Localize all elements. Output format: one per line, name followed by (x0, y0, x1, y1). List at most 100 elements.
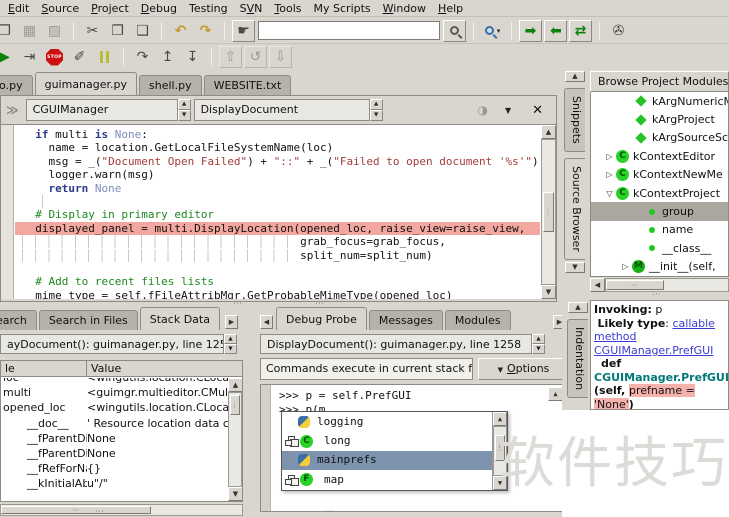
breakpoint-gutter[interactable] (1, 125, 14, 299)
table-row[interactable]: loc<wingutils.location.CLocal (1, 378, 228, 386)
variables-table[interactable]: le Value loc<wingutils.location.CLocalmu… (0, 360, 243, 502)
up-stack-frame-icon[interactable]: ⇧ (219, 46, 242, 68)
menu-window[interactable]: Window (377, 1, 432, 16)
table-row[interactable]: __kInitialAbsPu"/" (1, 477, 228, 492)
completion-item-long[interactable]: Clong (282, 431, 507, 450)
scrollbar-track[interactable]: ⋮ (541, 139, 556, 285)
reuse-editor-toggle-icon[interactable]: ▦ (18, 20, 41, 42)
open-file-icon[interactable]: ❐ (0, 20, 16, 42)
expander-open-icon[interactable]: ▽ (603, 189, 616, 198)
splitter-grip[interactable]: ⋯ (95, 507, 105, 517)
tab-modules[interactable]: Modules (445, 310, 511, 330)
redo-icon[interactable]: ↷ (194, 20, 217, 42)
toolbar-search-input[interactable] (258, 21, 440, 40)
search-icon[interactable] (443, 20, 466, 42)
debug-continue-icon[interactable]: ▶ (0, 46, 16, 68)
tab-debug-probe[interactable]: Debug Probe (276, 307, 367, 330)
edit-breakpoint-icon[interactable]: ✐ (68, 46, 91, 68)
browse-scope-button[interactable]: Browse Project Modules (590, 71, 729, 92)
scrollbar-thumb[interactable]: ⋮ (495, 435, 505, 461)
options-button[interactable]: ▼Options (478, 358, 566, 380)
tree-item-kcontextproject[interactable]: ▽CkContextProject (591, 184, 728, 202)
spin-down-icon[interactable]: ▼ (370, 110, 383, 121)
scrollbar-thumb[interactable]: ⋯ (606, 280, 664, 290)
scroll-up-icon[interactable]: ▲ (541, 125, 556, 139)
table-row[interactable]: __doc__' Resource location data cl (1, 417, 228, 432)
reset-stack-frame-icon[interactable]: ↺ (244, 46, 267, 68)
table-row[interactable]: __fParentDir (None (1, 447, 228, 462)
copy-icon[interactable]: ❐ (106, 20, 129, 42)
spin-up-icon[interactable]: ▲ (224, 334, 237, 344)
stack-frame-combo[interactable]: ayDocument(): guimanager.py, line 1258 (0, 334, 224, 354)
menu-source[interactable]: Source (35, 1, 85, 16)
menu-project[interactable]: Project (85, 1, 135, 16)
tabs-scroll-right-icon[interactable]: ▶ (225, 315, 238, 329)
tree-item-class[interactable]: __class__ (591, 239, 728, 257)
table-vertical-scrollbar[interactable]: ▲ ⋮ ▼ (228, 378, 242, 501)
overflow-chevron-icon[interactable]: ≫ (6, 103, 19, 117)
code-editor[interactable]: if multi is None: name = location.GetLoc… (1, 124, 556, 299)
symbol-spinner[interactable]: ▲▼ (370, 99, 383, 121)
run-to-cursor-icon[interactable]: ⇥ (18, 46, 41, 68)
spin-up-icon[interactable]: ▲ (178, 99, 191, 110)
splitter-grip[interactable]: ⋯ (233, 299, 243, 309)
tab-shell-py[interactable]: shell.py (139, 75, 202, 95)
table-horizontal-scrollbar[interactable]: ⋯ (0, 504, 243, 516)
spin-up-icon[interactable]: ▲ (532, 334, 545, 344)
probe-frame-spinner[interactable]: ▲▼ (532, 334, 545, 354)
scrollbar-track[interactable]: ⋮ (228, 392, 242, 487)
visit-next-point-icon[interactable]: ➡ (519, 20, 542, 42)
splitter-grip[interactable]: ⋯ (325, 507, 335, 517)
menu-tools[interactable]: Tools (268, 1, 307, 16)
scroll-down-icon[interactable]: ▼ (228, 487, 243, 501)
panel-menu-icon[interactable]: ▼ (505, 106, 511, 115)
scope-combo[interactable]: CGUIManager (26, 99, 178, 121)
tab-earch[interactable]: earch (0, 310, 37, 330)
pause-debug-icon[interactable] (93, 46, 116, 68)
tab-indentation[interactable]: Indentation (567, 319, 588, 398)
splitter-grip[interactable]: ⋯ (652, 290, 662, 300)
column-variable[interactable]: le (1, 361, 87, 376)
tab-io-py[interactable]: io.py (0, 75, 33, 95)
tabs-scroll-up-icon[interactable]: ▲ (568, 302, 588, 313)
tree-item-kcontextnewme[interactable]: ▷CkContextNewMe (591, 166, 728, 184)
module-tree[interactable]: kArgNumericMokArgProjectkArgSourceScop▷C… (590, 92, 729, 277)
scroll-down-icon[interactable]: ▼ (541, 285, 556, 299)
spin-down-icon[interactable]: ▼ (178, 110, 191, 121)
tab-source-browser[interactable]: Source Browser (564, 158, 585, 260)
toggle-edit-mode-icon[interactable]: ▨ (43, 20, 66, 42)
autocomplete-popup[interactable]: loggingClongmainprefsFmap ▲ ⋮ ▼ (281, 411, 508, 491)
search-options-icon[interactable]: ▾ (481, 20, 504, 42)
tree-item-init-self[interactable]: ▷M__init__(self, (591, 258, 728, 276)
menu-help[interactable]: Help (432, 1, 469, 16)
visit-previous-point-icon[interactable]: ➡ (544, 20, 567, 42)
spin-down-icon[interactable]: ▼ (532, 344, 545, 354)
completion-item-map[interactable]: Fmap (282, 470, 507, 489)
expander-closed-icon[interactable]: ▷ (619, 262, 632, 271)
visit-history-icon[interactable]: ⇄ (569, 20, 592, 42)
tab-snippets[interactable]: Snippets (564, 88, 585, 152)
tree-item-kargsourcescop[interactable]: kArgSourceScop (591, 129, 728, 147)
tab-website-txt[interactable]: WEBSITE.txt (204, 75, 292, 95)
column-value[interactable]: Value (87, 361, 125, 376)
scroll-left-icon[interactable]: ◀ (590, 278, 605, 292)
tree-item-kargnumericmo[interactable]: kArgNumericMo (591, 92, 728, 110)
expander-closed-icon[interactable]: ▷ (603, 170, 616, 179)
table-row[interactable]: __fRefForNam{} (1, 462, 228, 477)
completion-item-logging[interactable]: logging (282, 412, 507, 431)
scrollbar-thumb[interactable]: ⋮ (543, 192, 554, 232)
stack-frame-spinner[interactable]: ▲▼ (224, 334, 237, 354)
spin-up-icon[interactable]: ▲ (370, 99, 383, 110)
scope-spinner[interactable]: ▲▼ (178, 99, 191, 121)
tab-search-in-files[interactable]: Search in Files (39, 310, 138, 330)
step-out-icon[interactable]: ↥ (156, 46, 179, 68)
table-row[interactable]: __fParentDir (None (1, 432, 228, 447)
tabs-scroll-up-icon[interactable]: ▲ (565, 71, 585, 82)
cut-icon[interactable]: ✂ (81, 20, 104, 42)
table-row[interactable]: multi<guimgr.multieditor.CMult (1, 386, 228, 401)
tree-item-name[interactable]: name (591, 221, 728, 239)
probe-frame-combo[interactable]: DisplayDocument(): guimanager.py, line 1… (260, 334, 532, 354)
scroll-down-icon[interactable]: ▼ (493, 476, 507, 490)
editor-vertical-scrollbar[interactable]: ▲ ⋮ ▼ (541, 125, 556, 299)
spin-down-icon[interactable]: ▼ (224, 344, 237, 354)
